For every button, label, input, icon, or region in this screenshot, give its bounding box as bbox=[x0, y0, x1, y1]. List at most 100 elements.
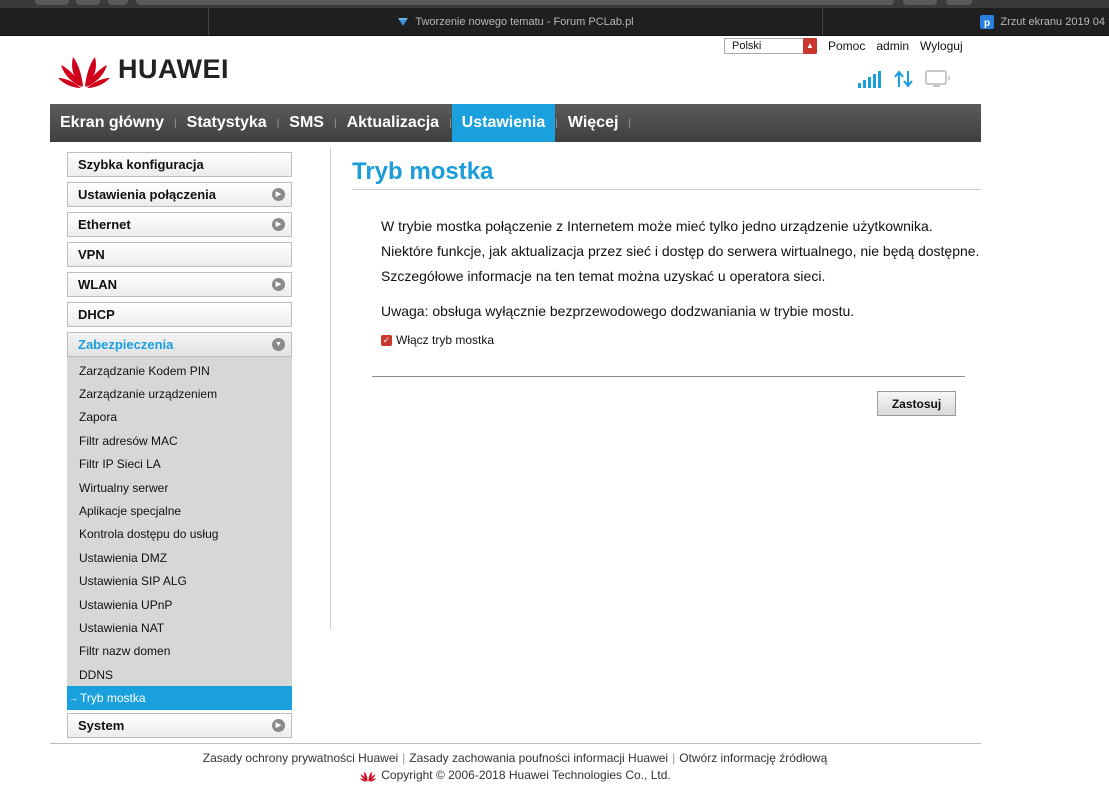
submenu-item-virtual-server[interactable]: Wirtualny serwer bbox=[67, 476, 292, 499]
submenu-label: Ustawienia DMZ bbox=[79, 550, 168, 565]
sidebar-item-security[interactable]: Zabezpieczenia ▼︎ bbox=[67, 332, 292, 357]
privacy-policy-link[interactable]: Zasady ochrony prywatności Huawei bbox=[203, 751, 398, 765]
browser-forward-button[interactable] bbox=[76, 0, 100, 5]
submenu-item-special-apps[interactable]: Aplikacje specjalne bbox=[67, 499, 292, 522]
browser-tab-pclab[interactable]: Tworzenie nowego tematu - Forum PCLab.pl bbox=[208, 8, 822, 35]
submenu-label: Zapora bbox=[79, 410, 118, 425]
footer-divider bbox=[50, 743, 981, 744]
bridge-mode-option: ✓ Włącz tryb mostka bbox=[381, 333, 494, 347]
top-links: Polski ▲︎ Pomoc admin Wyloguj bbox=[724, 38, 963, 54]
arrow-circle-icon: ▶︎ bbox=[272, 188, 285, 201]
browser-address-bar[interactable] bbox=[136, 0, 894, 5]
copyright: Copyright © 2006-2018 Huawei Technologie… bbox=[0, 768, 1030, 782]
info-text: Niektóre funkcje, jak aktualizacja przez… bbox=[381, 243, 980, 259]
sidebar-item-label: DHCP bbox=[78, 307, 115, 322]
browser-tab-label: Tworzenie nowego tematu - Forum PCLab.pl bbox=[415, 15, 634, 28]
language-select[interactable]: Polski ▲︎ bbox=[724, 38, 817, 54]
submenu-item-access-control[interactable]: Kontrola dostępu do usług bbox=[67, 523, 292, 546]
sidebar-item-quick-setup[interactable]: Szybka konfiguracja bbox=[67, 152, 292, 177]
nav-separator: | bbox=[628, 117, 632, 129]
user-link[interactable]: admin bbox=[876, 39, 909, 53]
sidebar-item-dhcp[interactable]: DHCP bbox=[67, 302, 292, 327]
submenu-label: DDNS bbox=[79, 667, 114, 682]
huawei-flower-icon bbox=[58, 57, 110, 88]
pclab-favicon-icon bbox=[398, 17, 409, 26]
arrow-circle-icon: ▶︎ bbox=[272, 718, 285, 732]
browser-tab-bar: Tworzenie nowego tematu - Forum PCLab.pl… bbox=[0, 8, 1109, 36]
tab-statistics-label: Statystyka bbox=[186, 114, 267, 131]
sidebar-item-wlan[interactable]: WLAN ▶︎ bbox=[67, 272, 292, 297]
submenu-label: Filtr nazw domen bbox=[79, 644, 171, 659]
sidebar-item-label: VPN bbox=[78, 247, 105, 262]
tab-update-label: Aktualizacja bbox=[346, 114, 440, 131]
submenu-label: Ustawienia SIP ALG bbox=[79, 574, 187, 589]
browser-share-button[interactable] bbox=[903, 0, 937, 5]
tab-sms[interactable]: SMS bbox=[279, 104, 334, 142]
security-submenu: Zarządzanie Kodem PIN Zarządzanie urządz… bbox=[67, 357, 292, 710]
tab-settings[interactable]: Ustawienia bbox=[451, 104, 556, 142]
submenu-label: Aplikacje specjalne bbox=[79, 504, 182, 519]
tab-update[interactable]: Aktualizacja bbox=[337, 104, 449, 142]
signal-bars-icon bbox=[858, 71, 881, 88]
data-transfer-icon bbox=[894, 70, 913, 88]
tab-more-label: Więcej bbox=[567, 114, 619, 131]
copyright-text: Copyright © 2006-2018 Huawei Technologie… bbox=[381, 768, 671, 782]
tab-home[interactable]: Ekran główny bbox=[50, 104, 174, 142]
browser-tab-current[interactable] bbox=[0, 8, 208, 35]
huawei-flower-icon bbox=[359, 771, 377, 782]
submenu-item-ip-filter[interactable]: Filtr IP Sieci LA bbox=[67, 453, 292, 476]
content-divider bbox=[330, 147, 331, 630]
tab-statistics[interactable]: Statystyka bbox=[177, 104, 277, 142]
main-nav: Ekran główny | Statystyka | SMS | Aktual… bbox=[50, 104, 981, 142]
open-source-link[interactable]: Otwórz informację źródłową bbox=[679, 751, 827, 765]
info-text: Szczegółowe informacje na ten temat możn… bbox=[381, 268, 826, 284]
tab-more[interactable]: Więcej bbox=[558, 104, 629, 142]
right-arrow-icon: → bbox=[69, 693, 78, 704]
submenu-item-nat[interactable]: Ustawienia NAT bbox=[67, 616, 292, 639]
monitor-icon bbox=[925, 70, 951, 87]
logout-link[interactable]: Wyloguj bbox=[920, 39, 963, 53]
submenu-item-domain-filter[interactable]: Filtr nazw domen bbox=[67, 640, 292, 663]
footer-separator: | bbox=[672, 751, 676, 765]
submenu-label: Filtr adresów MAC bbox=[79, 433, 178, 448]
sidebar-item-system[interactable]: System ▶︎ bbox=[67, 712, 292, 738]
submenu-item-pin[interactable]: Zarządzanie Kodem PIN bbox=[67, 359, 292, 382]
confidentiality-policy-link[interactable]: Zasady zachowania poufności informacji H… bbox=[409, 751, 668, 765]
submenu-item-firewall[interactable]: Zapora bbox=[67, 406, 292, 429]
sidebar: Szybka konfiguracja Ustawienia połączeni… bbox=[67, 152, 292, 743]
submenu-item-bridge-mode[interactable]: → Tryb mostka bbox=[67, 686, 292, 710]
browser-sidebar-button[interactable] bbox=[108, 0, 128, 5]
submenu-label: Ustawienia UPnP bbox=[79, 597, 173, 612]
sidebar-item-label: Ethernet bbox=[78, 217, 131, 232]
submenu-item-device-management[interactable]: Zarządzanie urządzeniem bbox=[67, 382, 292, 405]
submenu-item-dmz[interactable]: Ustawienia DMZ bbox=[67, 546, 292, 569]
sidebar-item-connection-settings[interactable]: Ustawienia połączenia ▶︎ bbox=[67, 182, 292, 207]
submenu-item-mac-filter[interactable]: Filtr adresów MAC bbox=[67, 429, 292, 452]
submenu-item-upnp[interactable]: Ustawienia UPnP bbox=[67, 593, 292, 616]
sidebar-item-label: System bbox=[78, 717, 125, 733]
browser-back-button[interactable] bbox=[35, 0, 69, 5]
browser-tabs-button[interactable] bbox=[946, 0, 972, 5]
svg-text:p: p bbox=[984, 18, 990, 29]
sidebar-item-ethernet[interactable]: Ethernet ▶︎ bbox=[67, 212, 292, 237]
help-link[interactable]: Pomoc bbox=[828, 39, 865, 53]
submenu-label: Ustawienia NAT bbox=[79, 620, 165, 635]
huawei-logo[interactable]: HUAWEI bbox=[56, 49, 229, 89]
apply-button[interactable]: Zastosuj bbox=[877, 391, 956, 416]
browser-tab-screenshot[interactable]: p Zrzut ekranu 2019 04 bbox=[822, 8, 1109, 35]
note-text: Uwaga: obsługa wyłącznie bezprzewodowego… bbox=[381, 303, 855, 319]
title-divider bbox=[352, 189, 981, 190]
browser-tab-label: Zrzut ekranu 2019 04 bbox=[1000, 15, 1105, 28]
sidebar-item-label: Szybka konfiguracja bbox=[78, 157, 204, 172]
sidebar-item-label: WLAN bbox=[78, 277, 117, 292]
submenu-item-ddns[interactable]: DDNS bbox=[67, 663, 292, 686]
bridge-mode-checkbox-label[interactable]: Włącz tryb mostka bbox=[396, 333, 494, 347]
browser-toolbar bbox=[0, 0, 1109, 8]
submenu-label: Zarządzanie Kodem PIN bbox=[79, 363, 210, 378]
submenu-item-sip-alg[interactable]: Ustawienia SIP ALG bbox=[67, 570, 292, 593]
submenu-label: Zarządzanie urządzeniem bbox=[79, 387, 218, 402]
sidebar-item-vpn[interactable]: VPN bbox=[67, 242, 292, 267]
footer-links: Zasady ochrony prywatności Huawei | Zasady… bbox=[0, 751, 1030, 765]
bridge-mode-checkbox[interactable]: ✓ bbox=[381, 334, 392, 346]
form-divider bbox=[372, 376, 965, 377]
